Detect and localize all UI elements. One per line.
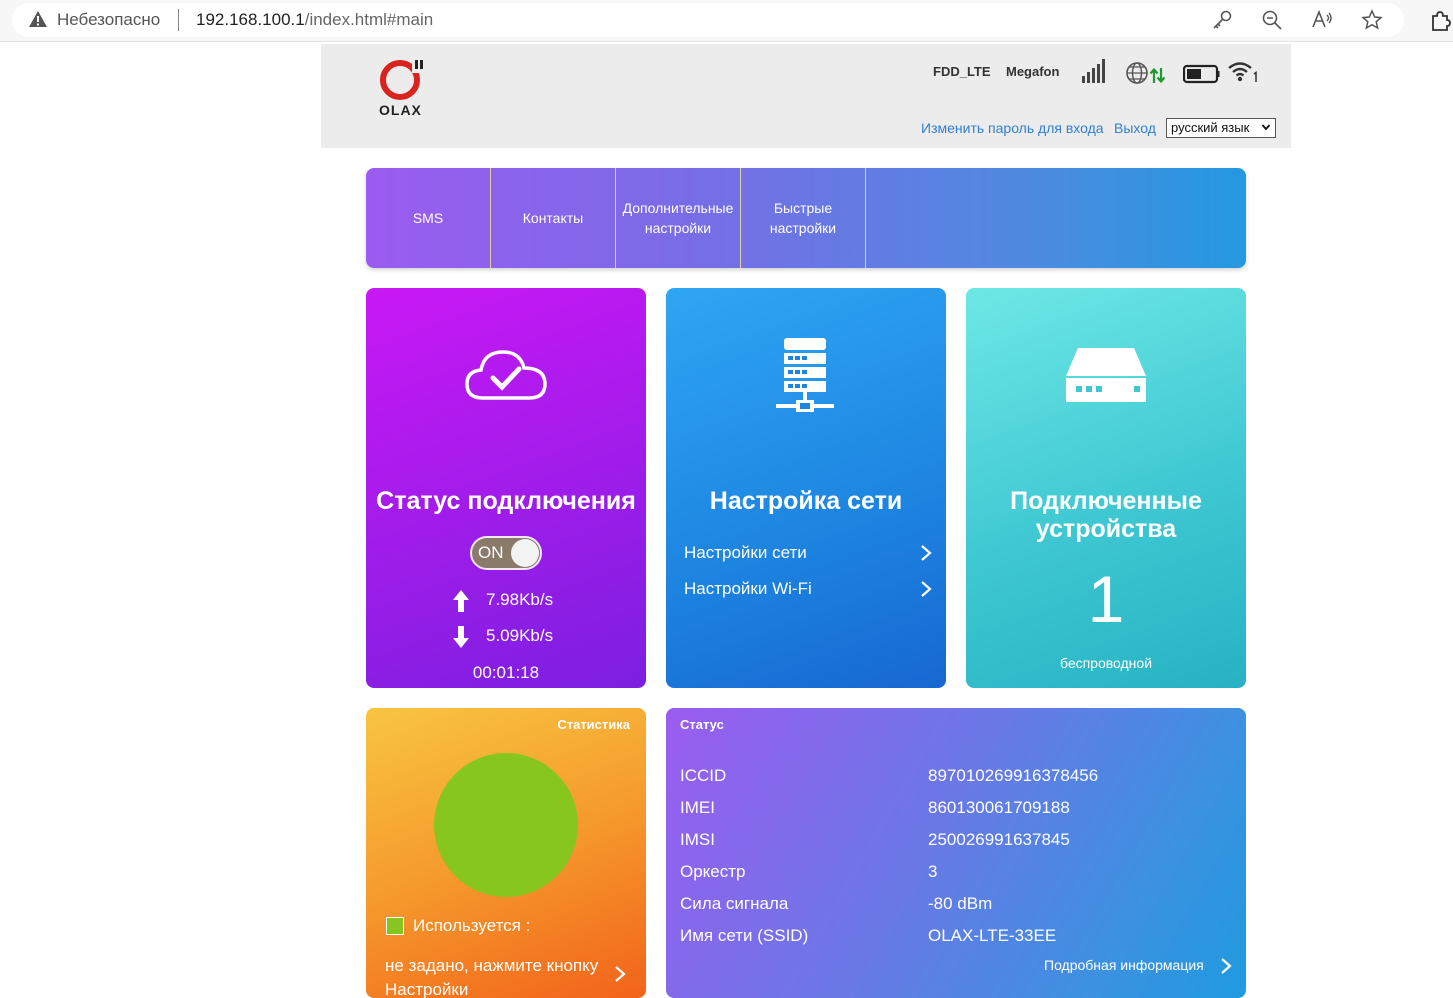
favorite-star-icon[interactable]	[1361, 9, 1383, 31]
info-key: ICCID	[680, 766, 727, 785]
extensions-icon[interactable]	[1428, 8, 1452, 32]
operator-name: Megafon	[1006, 64, 1060, 79]
network-settings-link-label: Настройки сети	[684, 543, 807, 562]
upload-arrow-icon	[453, 590, 469, 612]
pie-slice-used	[434, 753, 578, 897]
info-key: Сила сигнала	[680, 894, 789, 913]
info-value: 250026991637845	[928, 830, 1070, 849]
device-type: беспроводной	[1059, 655, 1153, 671]
nav-advanced-settings[interactable]: Дополнительные настройки	[616, 168, 741, 268]
network-type: FDD_LTE	[933, 64, 991, 79]
chevron-right-icon	[921, 545, 932, 561]
statistics-title: Статистика	[557, 717, 630, 732]
battery-icon	[1183, 64, 1220, 84]
network-settings-link[interactable]: Настройки сети	[684, 543, 932, 563]
legend-swatch	[386, 917, 404, 935]
connection-toggle[interactable]: ON	[470, 536, 542, 570]
read-aloud-icon[interactable]	[1311, 9, 1333, 31]
address-divider	[178, 9, 179, 31]
connected-devices-title: Подключенные устройства	[1010, 487, 1202, 543]
language-select[interactable]: русский язык	[1166, 118, 1276, 138]
chevron-down-icon	[1261, 124, 1271, 131]
network-settings-title: Настройка сети	[709, 487, 903, 515]
wifi-settings-link[interactable]: Настройки Wi-Fi	[684, 579, 932, 599]
connection-duration: 00:01:18	[472, 663, 540, 682]
nav-quick-settings[interactable]: Быстрые настройки	[741, 168, 866, 268]
security-status[interactable]: Небезопасно	[57, 10, 160, 30]
chevron-right-icon[interactable]	[1220, 957, 1232, 975]
internet-connected-icon	[1126, 62, 1166, 84]
browser-address-bar: Небезопасно 192.168.100.1/index.html#mai…	[0, 0, 1453, 42]
info-key: Имя сети (SSID)	[680, 926, 809, 945]
connection-status-title: Статус подключения	[376, 487, 636, 515]
logo-text: OLAX	[379, 102, 422, 118]
connection-status-card: Статус подключения ON 7.98Kb/s 5.09Kb/s …	[366, 288, 646, 688]
info-key: IMEI	[680, 798, 715, 817]
wifi-icon	[1228, 62, 1257, 82]
key-icon[interactable]	[1211, 9, 1233, 31]
wifi-settings-link-label: Настройки Wi-Fi	[684, 579, 812, 598]
device-count: 1	[1087, 562, 1125, 636]
url-host: 192.168.100.1	[196, 10, 305, 29]
statistics-card: Статистика Используется : не задано, наж…	[366, 708, 646, 998]
language-selected: русский язык	[1171, 120, 1250, 135]
statistics-note: не задано, нажмите кнопку Настройки	[385, 956, 599, 998]
status-info-title: Статус	[680, 717, 724, 732]
url[interactable]: 192.168.100.1/index.html#main	[196, 10, 433, 30]
cloud-check-icon	[465, 350, 547, 400]
toggle-state: ON	[478, 543, 504, 562]
info-key: Оркестр	[680, 862, 746, 881]
download-speed: 5.09Kb/s	[486, 626, 554, 645]
chevron-right-icon	[921, 581, 932, 597]
info-value: 897010269916378456	[928, 766, 1099, 785]
chevron-right-icon[interactable]	[614, 965, 626, 983]
more-info-link[interactable]: Подробная информация	[1044, 957, 1204, 973]
nav-contacts[interactable]: Контакты	[491, 168, 616, 268]
info-key: IMSI	[680, 830, 715, 849]
status-info-card: Статус ICCID 897010269916378456 IMEI 860…	[666, 708, 1246, 998]
logout-link[interactable]: Выход	[1114, 120, 1156, 136]
signal-strength-icon	[1082, 59, 1105, 83]
info-value: OLAX-LTE-33EE	[928, 926, 1057, 945]
main-nav: SMS Контакты Дополнительные настройки Бы…	[366, 168, 1246, 268]
info-value: -80 dBm	[928, 894, 993, 913]
legend-used-label: Используется :	[413, 916, 531, 935]
network-settings-card: Настройка сети Настройки сети Настройки …	[666, 288, 946, 688]
server-icon	[776, 338, 834, 412]
zoom-out-icon[interactable]	[1261, 9, 1283, 31]
warning-icon[interactable]	[28, 10, 48, 28]
usage-pie-chart	[434, 753, 578, 897]
info-value: 860130061709188	[928, 798, 1070, 817]
url-path: /index.html#main	[304, 10, 434, 29]
router-header: OLAX FDD_LTE Megafon Изменить пароль для…	[321, 44, 1291, 148]
change-password-link[interactable]: Изменить пароль для входа	[921, 120, 1104, 136]
nav-sms[interactable]: SMS	[366, 168, 491, 268]
info-value: 3	[928, 862, 938, 881]
toggle-knob	[511, 539, 539, 567]
download-arrow-icon	[453, 626, 469, 648]
connected-devices-card[interactable]: Подключенные устройства 1 беспроводной	[966, 288, 1246, 688]
router-icon	[1066, 348, 1146, 402]
upload-speed: 7.98Kb/s	[486, 590, 554, 609]
